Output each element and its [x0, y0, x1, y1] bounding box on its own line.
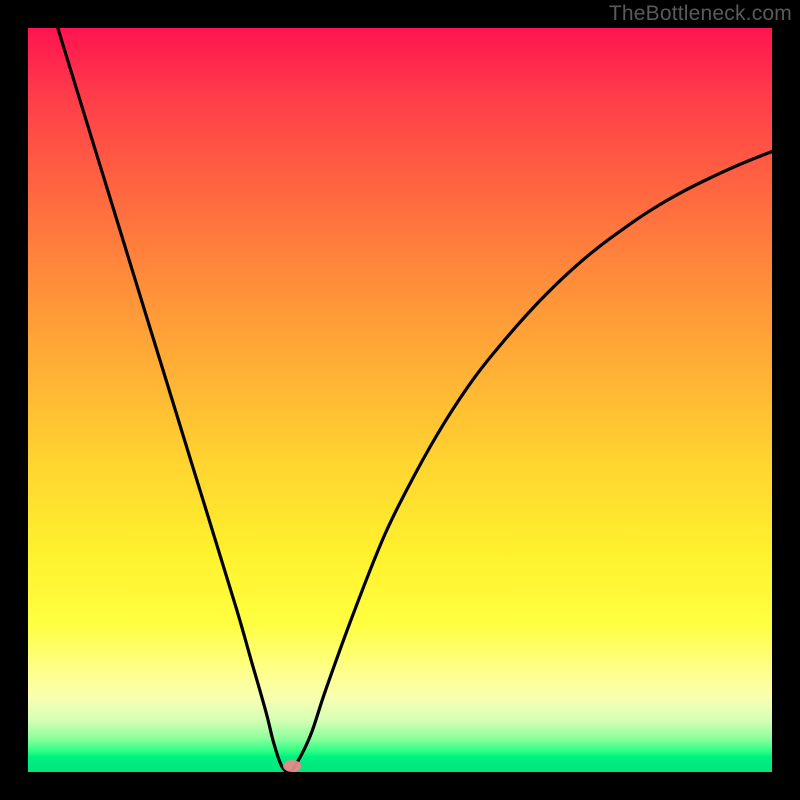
watermark-text: TheBottleneck.com	[609, 2, 792, 26]
chart-container: TheBottleneck.com	[0, 0, 800, 800]
curve-layer	[28, 28, 772, 772]
minimum-marker	[283, 760, 301, 772]
plot-area	[28, 28, 772, 772]
bottleneck-curve	[58, 28, 772, 772]
